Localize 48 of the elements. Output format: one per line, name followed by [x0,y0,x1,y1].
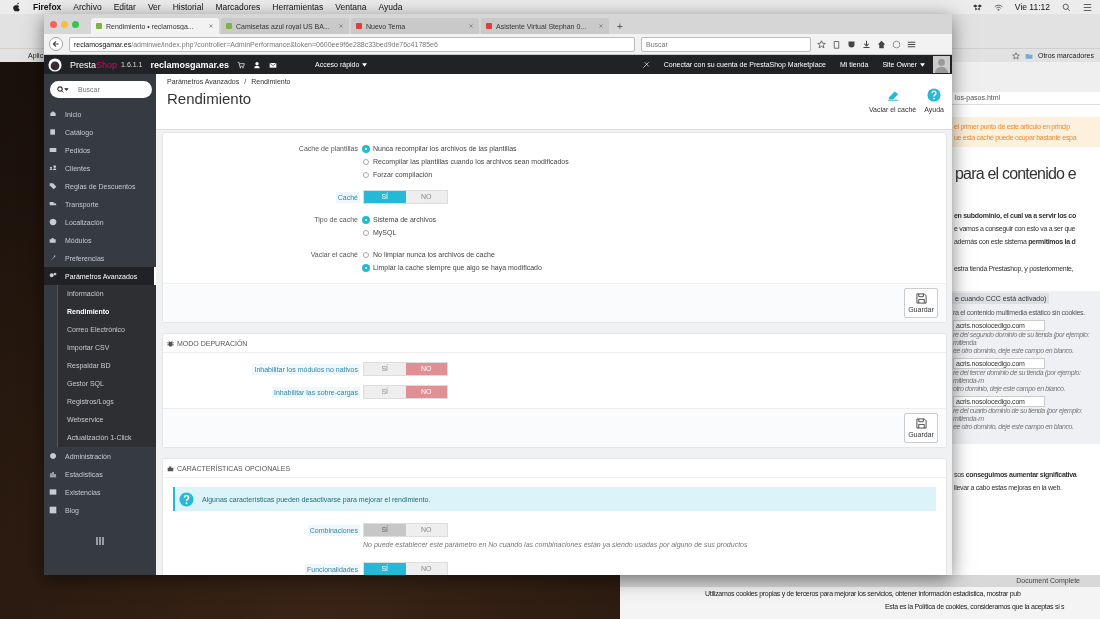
help-icon [179,491,194,507]
app-menu[interactable]: Firefox [33,2,62,12]
download-icon[interactable] [862,39,871,49]
card-icon [49,146,57,154]
truck-icon [49,200,57,208]
chat-icon[interactable] [892,39,901,49]
star-icon[interactable] [817,39,826,49]
menu-item[interactable]: Historial [172,2,204,12]
dropbox-icon[interactable] [972,2,982,12]
menu-item[interactable]: Ventana [335,2,367,12]
clock[interactable]: Vie 11:12 [1014,2,1050,12]
user-icon[interactable] [253,60,262,69]
list-icon[interactable] [1083,2,1092,12]
clipboard-icon[interactable] [832,39,841,49]
star-icon[interactable] [1011,51,1020,60]
apple-icon[interactable] [12,2,21,12]
article-heading: para el contenido e [954,165,1077,183]
people-icon [49,164,57,172]
menu-item[interactable]: Archivo [73,2,102,12]
tag-icon [49,182,57,190]
collapse-icon[interactable] [96,537,104,545]
menu-icon[interactable] [907,39,916,49]
gears-icon [49,272,57,280]
menu-item[interactable]: Marcadores [215,2,261,12]
menu-item[interactable]: Ayuda [378,2,403,12]
shop-link[interactable]: reclamosgamar.es [150,59,230,70]
page-title: Rendimiento [167,90,253,107]
close-icon[interactable] [208,23,214,29]
shield-icon[interactable] [847,39,856,49]
folder-icon [1024,51,1033,60]
search-icon[interactable] [57,86,69,93]
chart-icon [49,470,57,478]
menu-item[interactable]: Ver [147,2,161,12]
bug-icon [167,339,174,347]
home-icon [49,110,57,118]
floppy-disk-icon [915,293,927,304]
mail-icon[interactable] [269,60,278,69]
menu-item[interactable]: Editar [113,2,136,12]
back-button[interactable] [49,37,63,51]
floppy-disk-icon [915,418,927,429]
search-icon[interactable] [1062,2,1071,12]
new-tab-button[interactable]: + [611,21,629,34]
menu-item[interactable]: Herramientas [272,2,324,12]
brand-name[interactable]: PrestaShop [70,59,118,70]
cart-icon[interactable] [237,60,246,69]
wifi-icon[interactable] [993,2,1003,12]
puffin-logo-icon[interactable] [48,57,62,72]
home-icon[interactable] [877,39,886,49]
